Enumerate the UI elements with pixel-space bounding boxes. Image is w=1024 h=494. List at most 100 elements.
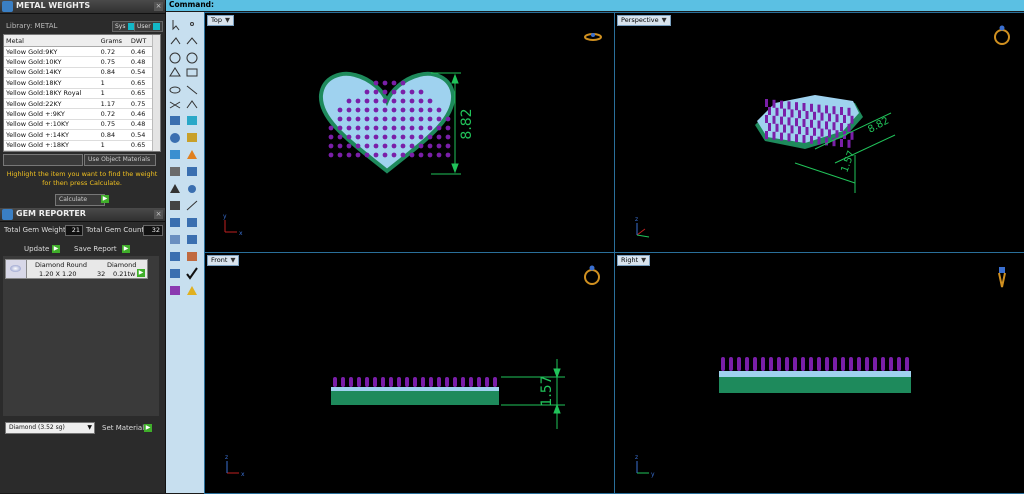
table-row[interactable]: Yellow Gold +:18KY R...10.65	[4, 150, 152, 151]
user-button-label: User	[137, 23, 151, 30]
prong-dot	[409, 143, 415, 149]
save-report-go-icon[interactable]: ▶	[122, 245, 130, 253]
use-object-materials-label: Use Object Materials	[88, 156, 151, 163]
prong-bar	[801, 357, 805, 371]
diamond-thumbnail	[5, 259, 27, 279]
user-button[interactable]: User	[134, 21, 163, 32]
prong-bar	[768, 107, 771, 115]
prong-dot	[418, 134, 424, 140]
col-metal[interactable]: Metal	[4, 35, 99, 47]
scale-icon	[170, 201, 180, 210]
prong-dot	[409, 116, 415, 122]
grams-cell: 0.75	[98, 56, 129, 68]
calculate-button[interactable]: Calculate	[55, 194, 105, 206]
prong-bar	[832, 122, 836, 131]
prong-bar	[849, 357, 853, 371]
calculate-go-icon[interactable]: ▶	[101, 195, 109, 203]
table-row[interactable]: Yellow Gold:14KY 0.84 0.54	[4, 67, 152, 79]
command-bar[interactable]: Command:	[166, 0, 1024, 11]
dimension-front	[501, 359, 565, 429]
metal-cell: Yellow Gold:14KY	[4, 67, 99, 79]
prong-bar	[802, 103, 806, 111]
viewport-right[interactable]: Right ▼ y z	[614, 252, 1024, 494]
axis-gizmo-persp	[636, 223, 650, 238]
save-report-label[interactable]: Save Report	[74, 245, 117, 253]
metal-table-hscroll[interactable]	[3, 154, 83, 166]
prong-bar	[820, 128, 824, 137]
prong-dot	[364, 152, 370, 158]
prong-dot	[427, 98, 433, 104]
material-select[interactable]: Diamond (3.52 sg) ▼	[5, 422, 95, 434]
gem-row[interactable]: Diamond Round Diamond 1.20 X 1.20 32 0.2…	[26, 259, 148, 279]
prong-bar	[737, 357, 741, 371]
text-icon	[170, 218, 180, 227]
col-dwt[interactable]: DWT	[128, 35, 152, 47]
col-grams[interactable]: Grams	[98, 35, 129, 47]
prong-bar	[840, 139, 843, 147]
prong-bar	[802, 135, 806, 143]
prong-dot	[355, 107, 361, 113]
prong-bar	[785, 357, 789, 371]
prong-dot	[346, 152, 352, 158]
prong-bar	[780, 116, 783, 125]
prong-bar	[772, 115, 776, 124]
table-row[interactable]: Yellow Gold:9KY 0.72 0.46	[4, 46, 152, 58]
metal-cell: Yellow Gold +:18KY R...	[4, 150, 99, 151]
prong-bar	[843, 115, 846, 123]
use-object-materials-select[interactable]: Use Object Materials	[84, 154, 156, 166]
prong-bar	[790, 109, 794, 118]
prong-dot	[373, 152, 379, 158]
metal-table-scrollbar[interactable]	[152, 35, 160, 151]
gem-row-go-icon[interactable]: ▶	[137, 269, 145, 277]
prong-dot	[400, 89, 406, 95]
prong-bar	[373, 377, 377, 387]
grams-cell: 0.84	[98, 129, 129, 141]
material-icon	[187, 286, 197, 295]
prong-bar	[817, 120, 821, 129]
table-row[interactable]: Yellow Gold +:14KY 0.84 0.54	[4, 129, 152, 141]
prong-bar	[421, 377, 425, 387]
axis-x-label: x	[241, 471, 245, 478]
update-label[interactable]: Update	[24, 245, 49, 253]
viewport-perspective[interactable]: Perspective ▼ 8.82 1.57 z	[614, 12, 1024, 253]
arc-icon	[186, 52, 198, 64]
table-row[interactable]: Yellow Gold:10KY 0.75 0.48	[4, 56, 152, 68]
update-go-icon[interactable]: ▶	[52, 245, 60, 253]
table-row[interactable]: Yellow Gold +:9KY 0.72 0.46	[4, 108, 152, 120]
table-row[interactable]: Yellow Gold +:18KY 1 0.65	[4, 140, 152, 151]
prong-dot	[391, 116, 397, 122]
mirror-icon	[186, 200, 198, 211]
metal-cell: Yellow Gold:18KY	[4, 77, 99, 89]
prong-bar	[847, 123, 851, 132]
prong-bar	[897, 357, 901, 371]
viewport-front[interactable]: Front ▼ 1.57 x z	[204, 252, 615, 494]
library-label: Library: METAL	[6, 22, 58, 30]
prong-bar	[905, 357, 909, 371]
close-icon[interactable]: ×	[154, 210, 163, 219]
table-row[interactable]: Yellow Gold:18KY Royal 1 0.65	[4, 88, 152, 99]
prong-bar	[828, 113, 831, 122]
move-icon	[170, 184, 180, 193]
set-material-go-icon[interactable]: ▶	[144, 424, 152, 432]
close-icon[interactable]: ×	[154, 2, 163, 11]
prong-dot	[391, 152, 397, 158]
gem-list[interactable]: Diamond Round Diamond 1.20 X 1.20 32 0.2…	[3, 256, 159, 416]
fillet-icon	[187, 167, 197, 176]
set-material-label[interactable]: Set Material	[102, 424, 144, 432]
table-row[interactable]: Yellow Gold:18KY 1 0.65	[4, 77, 152, 89]
table-row[interactable]: Yellow Gold +:10KY 0.75 0.48	[4, 119, 152, 131]
dwt-cell: 0.48	[128, 56, 152, 68]
prong-bar	[795, 102, 798, 111]
prong-dot	[418, 89, 424, 95]
circle-icon	[169, 52, 181, 64]
viewport-top[interactable]: Top ▼ 8.82 x y	[204, 12, 615, 253]
tool-icons[interactable]	[166, 16, 204, 306]
layer-icon	[187, 235, 197, 244]
prong-dot	[355, 98, 361, 104]
prong-bar	[787, 117, 791, 126]
prong-dot	[382, 125, 388, 131]
prong-bar	[798, 110, 801, 119]
table-row[interactable]: Yellow Gold:22KY 1.17 0.75	[4, 98, 152, 110]
metal-table[interactable]: Metal Grams DWT Yellow Gold:9KY 0.72 0.46 Y…	[3, 34, 161, 152]
prong-dot	[328, 152, 334, 158]
